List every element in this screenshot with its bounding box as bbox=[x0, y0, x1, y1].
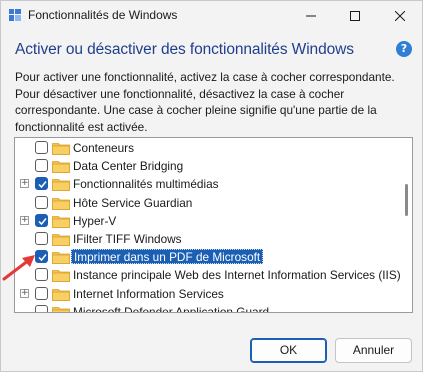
feature-label: Fonctionnalités multimédias bbox=[73, 177, 219, 192]
feature-checkbox[interactable] bbox=[35, 195, 48, 209]
feature-checkbox[interactable] bbox=[35, 177, 48, 191]
expand-icon[interactable]: + bbox=[20, 215, 29, 225]
feature-checkbox[interactable] bbox=[35, 286, 48, 300]
maximize-icon bbox=[350, 11, 360, 21]
page-heading: Activer ou désactiver des fonctionnalité… bbox=[15, 41, 354, 58]
folder-icon bbox=[52, 288, 70, 301]
folder-icon bbox=[52, 234, 70, 246]
feature-checkbox[interactable] bbox=[35, 232, 48, 245]
feature-row[interactable]: Imprimer dans un PDF de Microsoft bbox=[15, 248, 400, 267]
minimize-icon bbox=[306, 15, 316, 17]
feature-row[interactable]: + Internet Information Services bbox=[15, 285, 400, 303]
feature-label: IFilter TIFF Windows bbox=[73, 232, 182, 246]
feature-row[interactable]: + Fonctionnalités multimédias bbox=[15, 175, 400, 193]
minimize-button[interactable] bbox=[289, 1, 333, 31]
folder-icon bbox=[52, 270, 70, 283]
feature-checkbox[interactable] bbox=[35, 159, 48, 173]
windows-features-dialog: Fonctionnalités de Windows Activer ou dé… bbox=[0, 0, 423, 372]
close-icon bbox=[395, 11, 405, 21]
help-icon[interactable]: ? bbox=[396, 41, 412, 57]
feature-checkbox[interactable] bbox=[35, 213, 48, 227]
feature-row[interactable]: + Hyper-V bbox=[15, 212, 400, 230]
maximize-button[interactable] bbox=[333, 1, 377, 31]
feature-label: Conteneurs bbox=[73, 141, 134, 155]
feature-checkbox[interactable] bbox=[35, 304, 48, 312]
instructions-text: Pour activer une fonctionnalité, activez… bbox=[15, 70, 395, 134]
folder-icon bbox=[52, 143, 70, 155]
features-tree[interactable]: Conteneurs Data Center Bridging + Fonctionn… bbox=[14, 137, 413, 313]
feature-label: Instance principale Web des Internet Inf… bbox=[73, 268, 401, 283]
feature-row[interactable]: Instance principale Web des Internet Inf… bbox=[15, 266, 401, 284]
feature-row[interactable]: Hôte Service Guardian bbox=[15, 194, 400, 212]
expand-icon[interactable]: + bbox=[20, 179, 29, 189]
feature-label: Data Center Bridging bbox=[73, 159, 184, 174]
red-arrow-annotation-icon bbox=[2, 255, 35, 281]
ok-button[interactable]: OK bbox=[250, 338, 327, 363]
feature-row[interactable]: IFilter TIFF Windows bbox=[15, 230, 400, 248]
vertical-scrollbar[interactable] bbox=[401, 138, 412, 312]
feature-label: Hôte Service Guardian bbox=[73, 195, 193, 210]
feature-label: Hyper-V bbox=[73, 213, 117, 228]
folder-icon bbox=[52, 197, 70, 210]
checkmark-icon bbox=[38, 181, 47, 189]
feature-row[interactable]: Microsoft Defender Application Guard bbox=[15, 303, 400, 313]
cancel-button[interactable]: Annuler bbox=[335, 338, 412, 363]
windows-features-app-icon bbox=[9, 9, 21, 21]
checkmark-icon bbox=[38, 217, 47, 225]
folder-icon bbox=[52, 252, 70, 265]
window-title: Fonctionnalités de Windows bbox=[28, 8, 178, 22]
feature-row[interactable]: Conteneurs bbox=[15, 139, 400, 157]
title-bar: Fonctionnalités de Windows bbox=[1, 1, 422, 31]
expand-icon[interactable]: + bbox=[20, 288, 29, 298]
feature-label: Microsoft Defender Application Guard bbox=[73, 304, 270, 313]
scrollbar-thumb[interactable] bbox=[405, 184, 408, 216]
feature-label: Internet Information Services bbox=[73, 286, 224, 301]
feature-row[interactable]: Data Center Bridging bbox=[15, 157, 400, 175]
folder-icon bbox=[52, 179, 70, 192]
folder-icon bbox=[52, 161, 70, 174]
feature-checkbox[interactable] bbox=[35, 141, 48, 154]
close-button[interactable] bbox=[378, 1, 422, 31]
folder-icon bbox=[52, 215, 70, 228]
feature-label: Imprimer dans un PDF de Microsoft bbox=[71, 249, 264, 265]
folder-icon bbox=[52, 306, 70, 312]
